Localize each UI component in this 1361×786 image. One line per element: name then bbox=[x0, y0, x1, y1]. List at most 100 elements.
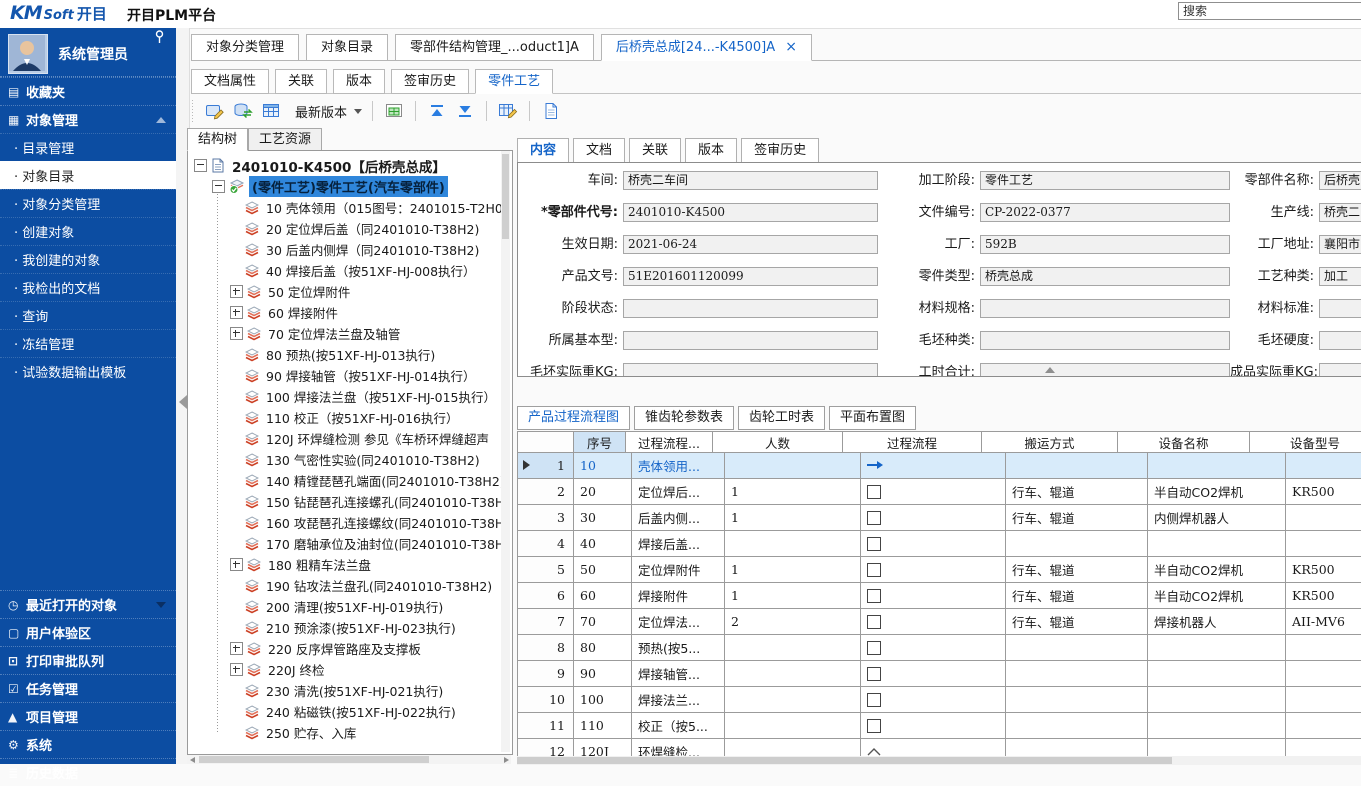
column-header[interactable]: 过程流程 bbox=[843, 432, 982, 453]
detail-tab[interactable]: 内容 bbox=[517, 138, 569, 162]
model-cell[interactable] bbox=[1286, 505, 1361, 531]
sidebar-item[interactable]: 目录管理 bbox=[0, 133, 176, 161]
transport-cell[interactable]: 行车、辊道 bbox=[1006, 505, 1148, 531]
sidebar-item[interactable]: 试验数据输出模板 bbox=[0, 357, 176, 385]
sidebar-item[interactable]: 我创建的对象 bbox=[0, 245, 176, 273]
tree-expand-icon[interactable] bbox=[230, 306, 243, 319]
flow-mark-cell[interactable] bbox=[861, 557, 1006, 583]
form-field-input[interactable] bbox=[1319, 299, 1361, 318]
seq-cell[interactable]: 40 bbox=[574, 531, 632, 557]
view-tab[interactable]: 关联 bbox=[275, 69, 327, 94]
scroll-right-icon[interactable] bbox=[501, 755, 511, 764]
tree-node[interactable]: 80 预热(按51XF-HJ-013执行) bbox=[192, 344, 512, 365]
checkbox[interactable] bbox=[867, 615, 881, 629]
collapse-left-handle[interactable] bbox=[179, 395, 187, 409]
people-cell[interactable]: 1 bbox=[725, 479, 861, 505]
people-cell[interactable]: 1 bbox=[725, 505, 861, 531]
structure-edit-icon[interactable] bbox=[201, 99, 229, 123]
form-field-input[interactable]: 襄阳市 bbox=[1319, 235, 1361, 254]
row-header-cell[interactable]: 10 bbox=[518, 687, 574, 713]
sidebar-item[interactable]: ⚙ 系统 bbox=[0, 730, 176, 758]
transport-cell[interactable]: 行车、辊道 bbox=[1006, 609, 1148, 635]
table-row[interactable]: 7 70 定位焊法... 2 行车、辊道 焊接机器人 AII-MV6 bbox=[518, 609, 1361, 635]
sidebar-item[interactable]: 查询 bbox=[0, 301, 176, 329]
column-header[interactable]: 人数 bbox=[713, 432, 843, 453]
flow-mark-cell[interactable] bbox=[861, 531, 1006, 557]
seq-cell[interactable]: 50 bbox=[574, 557, 632, 583]
seq-cell[interactable]: 80 bbox=[574, 635, 632, 661]
tree-vertical-scrollbar-thumb[interactable] bbox=[502, 154, 509, 239]
tree-expand-icon[interactable] bbox=[230, 663, 243, 676]
people-cell[interactable] bbox=[725, 687, 861, 713]
sidebar-item[interactable]: ▦ 对象管理 bbox=[0, 105, 176, 133]
tree-horizontal-scrollbar[interactable] bbox=[187, 755, 511, 764]
flow-mark-cell[interactable] bbox=[861, 505, 1006, 531]
tree-node[interactable]: 110 校正（按51XF-HJ-016执行） bbox=[192, 407, 512, 428]
tree-node[interactable]: 170 磨轴承位及油封位(同2401010-T38H bbox=[192, 533, 512, 554]
equipment-cell[interactable] bbox=[1148, 635, 1286, 661]
people-cell[interactable] bbox=[725, 635, 861, 661]
detail-tab[interactable]: 关联 bbox=[629, 138, 681, 162]
transport-cell[interactable] bbox=[1006, 687, 1148, 713]
flow-name-cell[interactable]: 定位焊附件 bbox=[632, 557, 725, 583]
checkbox[interactable] bbox=[867, 667, 881, 681]
equipment-cell[interactable]: 焊接机器人 bbox=[1148, 609, 1286, 635]
form-field-input[interactable]: 2021-06-24 bbox=[623, 235, 878, 254]
model-cell[interactable] bbox=[1286, 531, 1361, 557]
model-cell[interactable] bbox=[1286, 713, 1361, 739]
column-header[interactable]: 序号 bbox=[574, 432, 626, 453]
checkbox[interactable] bbox=[867, 641, 881, 655]
transport-cell[interactable] bbox=[1006, 713, 1148, 739]
row-header-cell[interactable]: 8 bbox=[518, 635, 574, 661]
column-header[interactable]: 搬运方式 bbox=[982, 432, 1118, 453]
tree-node[interactable]: 180 粗精车法兰盘 bbox=[192, 554, 512, 575]
equipment-cell[interactable] bbox=[1148, 531, 1286, 557]
row-header-cell[interactable]: 9 bbox=[518, 661, 574, 687]
tree-node[interactable]: 210 预涂漆(按51XF-HJ-023执行) bbox=[192, 617, 512, 638]
column-header[interactable]: 过程流程... bbox=[626, 432, 713, 453]
model-cell[interactable] bbox=[1286, 661, 1361, 687]
row-header-cell[interactable]: 5 bbox=[518, 557, 574, 583]
tree-node[interactable]: 2401010-K4500【后桥壳总成】 bbox=[192, 155, 512, 176]
flow-mark-cell[interactable] bbox=[861, 635, 1006, 661]
table-row[interactable]: 3 30 后盖内侧... 1 行车、辊道 内侧焊机器人 bbox=[518, 505, 1361, 531]
row-header-cell[interactable]: 7 bbox=[518, 609, 574, 635]
form-field-input[interactable]: 桥壳二车间 bbox=[623, 171, 878, 190]
tree-node[interactable]: (零件工艺)零件工艺(汽车零部件) bbox=[192, 176, 512, 197]
table-row[interactable]: 10 100 焊接法兰... bbox=[518, 687, 1361, 713]
tree-node[interactable]: 50 定位焊附件 bbox=[192, 281, 512, 302]
flow-name-cell[interactable]: 校正（按5... bbox=[632, 713, 725, 739]
tree-node[interactable]: 200 清理(按51XF-HJ-019执行) bbox=[192, 596, 512, 617]
table-horizontal-scrollbar-thumb[interactable] bbox=[517, 757, 1172, 764]
flow-tab[interactable]: 产品过程流程图 bbox=[517, 406, 630, 430]
people-cell[interactable] bbox=[725, 453, 861, 479]
model-cell[interactable]: AII-MV6 bbox=[1286, 609, 1361, 635]
model-cell[interactable]: KR500 bbox=[1286, 479, 1361, 505]
sidebar-item[interactable]: ☑ 任务管理 bbox=[0, 674, 176, 702]
form-field-input[interactable]: 桥壳总成 bbox=[980, 267, 1230, 286]
seq-cell[interactable]: 90 bbox=[574, 661, 632, 687]
form-field-input[interactable] bbox=[1319, 331, 1361, 350]
seq-cell[interactable]: 20 bbox=[574, 479, 632, 505]
table-row[interactable]: 5 50 定位焊附件 1 行车、辊道 半自动CO2焊机 KR500 bbox=[518, 557, 1361, 583]
search-input[interactable] bbox=[1178, 2, 1361, 20]
form-field-input[interactable] bbox=[623, 363, 878, 377]
tree-node[interactable]: 220 反序焊管路座及支撑板 bbox=[192, 638, 512, 659]
transport-cell[interactable]: 行车、辊道 bbox=[1006, 479, 1148, 505]
table-row[interactable]: 4 40 焊接后盖... bbox=[518, 531, 1361, 557]
sidebar-item[interactable]: 我检出的文档 bbox=[0, 273, 176, 301]
flow-mark-cell[interactable] bbox=[861, 583, 1006, 609]
tree-collapse-icon[interactable] bbox=[212, 180, 225, 193]
chevron-down-icon[interactable] bbox=[156, 602, 166, 608]
flow-name-cell[interactable]: 焊接后盖... bbox=[632, 531, 725, 557]
checkbox[interactable] bbox=[867, 537, 881, 551]
flow-mark-cell[interactable] bbox=[861, 713, 1006, 739]
form-field-input[interactable]: 后桥壳 bbox=[1319, 171, 1361, 190]
flow-tab[interactable]: 平面布置图 bbox=[829, 406, 916, 430]
form-field-input[interactable] bbox=[623, 299, 878, 318]
document-tab[interactable]: 后桥壳总成[24...-K4500]A × bbox=[601, 34, 812, 61]
flow-name-cell[interactable]: 焊接轴管... bbox=[632, 661, 725, 687]
people-cell[interactable] bbox=[725, 713, 861, 739]
flow-name-cell[interactable]: 定位焊法... bbox=[632, 609, 725, 635]
flow-name-cell[interactable]: 焊接法兰... bbox=[632, 687, 725, 713]
